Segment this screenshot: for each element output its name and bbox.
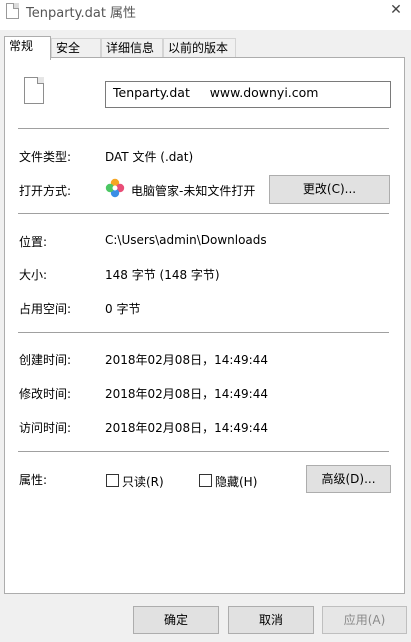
ok-button[interactable]: 确定 xyxy=(133,606,219,634)
readonly-label[interactable]: 只读(R) xyxy=(122,473,164,490)
modified-label: 修改时间: xyxy=(19,387,72,401)
tab-security[interactable]: 安全 xyxy=(51,38,101,58)
file-type-label: 文件类型: xyxy=(19,150,72,164)
advanced-button[interactable]: 高级(D)... xyxy=(306,465,391,493)
file-type-value: DAT 文件 (.dat) xyxy=(105,150,194,164)
location-value: C:\Users\admin\Downloads xyxy=(105,233,267,247)
size-value: 148 字节 (148 字节) xyxy=(105,268,220,282)
hidden-checkbox[interactable] xyxy=(199,474,212,487)
accessed-value: 2018年02月08日，14:49:44 xyxy=(105,421,268,435)
modified-value: 2018年02月08日，14:49:44 xyxy=(105,387,268,401)
file-name-input[interactable]: Tenparty.dat www.downyi.com xyxy=(105,81,391,108)
hidden-label[interactable]: 隐藏(H) xyxy=(215,473,257,490)
change-button[interactable]: 更改(C)... xyxy=(269,175,390,204)
created-label: 创建时间: xyxy=(19,353,72,367)
created-value: 2018年02月08日，14:49:44 xyxy=(105,353,268,367)
title-bar: Tenparty.dat 属性 ✕ xyxy=(0,0,411,30)
tab-previous-versions[interactable]: 以前的版本 xyxy=(163,38,236,58)
open-with-app-name: 电脑管家-未知文件打开 xyxy=(131,184,256,198)
size-label: 大小: xyxy=(19,268,48,282)
location-label: 位置: xyxy=(19,235,48,249)
separator xyxy=(18,332,389,333)
open-with-label: 打开方式: xyxy=(19,184,72,198)
attributes-label: 属性: xyxy=(19,473,48,487)
blank-file-icon xyxy=(24,77,44,104)
window-title: Tenparty.dat 属性 xyxy=(26,6,137,21)
separator xyxy=(18,128,389,129)
tab-general[interactable]: 常规 xyxy=(4,36,51,60)
size-on-disk-label: 占用空间: xyxy=(19,302,72,316)
separator xyxy=(18,213,389,214)
size-on-disk-value: 0 字节 xyxy=(105,302,141,316)
pinwheel-app-icon xyxy=(105,178,125,198)
accessed-label: 访问时间: xyxy=(19,421,72,435)
file-icon xyxy=(6,3,19,19)
separator xyxy=(18,451,389,452)
cancel-button[interactable]: 取消 xyxy=(228,606,314,634)
apply-button[interactable]: 应用(A) xyxy=(322,606,407,634)
readonly-checkbox[interactable] xyxy=(106,474,119,487)
close-button[interactable]: ✕ xyxy=(381,0,411,30)
tab-details[interactable]: 详细信息 xyxy=(101,38,163,58)
general-panel xyxy=(4,57,405,594)
